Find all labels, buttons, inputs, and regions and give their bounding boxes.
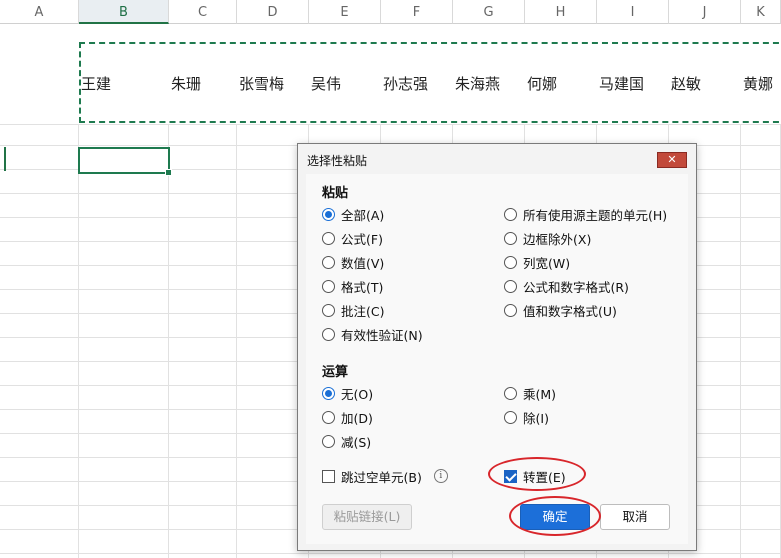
column-header-h[interactable]: H <box>525 0 597 24</box>
transpose-option[interactable]: 转置(E) <box>504 466 566 486</box>
radio-button[interactable] <box>504 207 517 221</box>
info-icon[interactable]: i <box>433 469 448 483</box>
dialog-title: 选择性粘贴 <box>307 154 368 168</box>
cell-a1[interactable] <box>0 24 79 124</box>
radio-button[interactable] <box>322 231 335 245</box>
skip-blanks-checkbox[interactable] <box>322 469 335 483</box>
option-label: 除(I) <box>523 410 549 426</box>
column-header-b[interactable]: B <box>79 0 169 24</box>
column-header-g[interactable]: G <box>453 0 525 24</box>
fill-handle[interactable] <box>165 169 172 176</box>
option-label: 全部(A) <box>341 207 385 223</box>
radio-button[interactable] <box>322 279 335 293</box>
paste-left-option-3[interactable]: 格式(T) <box>322 276 383 296</box>
active-cell-b2[interactable] <box>78 147 172 176</box>
radio-button[interactable] <box>322 207 335 221</box>
option-label: 批注(C) <box>341 303 385 319</box>
transpose-label: 转置(E) <box>523 469 566 485</box>
option-label: 值和数字格式(U) <box>523 303 617 319</box>
active-row-indicator <box>4 147 6 171</box>
paste-left-option-2[interactable]: 数值(V) <box>322 252 384 272</box>
skip-blanks-label: 跳过空单元(B) <box>341 469 422 485</box>
radio-button[interactable] <box>504 255 517 269</box>
option-label: 减(S) <box>341 434 372 450</box>
operation-section-title: 运算 <box>322 365 349 380</box>
operation-left-option-1[interactable]: 加(D) <box>322 407 373 427</box>
column-header-i[interactable]: I <box>597 0 669 24</box>
paste-left-option-4[interactable]: 批注(C) <box>322 300 384 320</box>
paste-right-option-3[interactable]: 公式和数字格式(R) <box>504 276 629 296</box>
column-header-k[interactable]: K <box>741 0 781 24</box>
paste-left-option-1[interactable]: 公式(F) <box>322 228 383 248</box>
paste-special-dialog: 选择性粘贴 ✕ 粘贴 全部(A) 公式(F) 数值(V) 格式(T) 批注(C) 有效性验… <box>297 143 697 551</box>
option-label: 列宽(W) <box>523 255 571 271</box>
column-header-a[interactable]: A <box>0 0 79 24</box>
ok-button[interactable]: 确定 <box>520 504 590 530</box>
option-label: 乘(M) <box>523 386 557 402</box>
radio-button[interactable] <box>322 303 335 317</box>
cancel-button[interactable]: 取消 <box>600 504 670 530</box>
copy-marquee <box>79 42 781 123</box>
paste-link-button[interactable]: 粘贴链接(L) <box>322 504 412 530</box>
transpose-checkbox[interactable] <box>504 469 517 483</box>
option-label: 格式(T) <box>341 279 384 295</box>
paste-right-option-4[interactable]: 值和数字格式(U) <box>504 300 617 320</box>
close-button[interactable]: ✕ <box>657 152 687 168</box>
option-label: 加(D) <box>341 410 373 426</box>
radio-button[interactable] <box>504 386 517 400</box>
option-label: 公式(F) <box>341 231 383 247</box>
radio-button[interactable] <box>322 327 335 341</box>
radio-button[interactable] <box>322 255 335 269</box>
paste-right-option-0[interactable]: 所有使用源主题的单元(H) <box>504 204 667 224</box>
paste-right-option-2[interactable]: 列宽(W) <box>504 252 570 272</box>
paste-right-option-1[interactable]: 边框除外(X) <box>504 228 591 248</box>
dialog-body: 粘贴 全部(A) 公式(F) 数值(V) 格式(T) 批注(C) 有效性验证(N) 所有使… <box>306 174 688 544</box>
option-label: 数值(V) <box>341 255 385 271</box>
dialog-titlebar[interactable]: 选择性粘贴 ✕ <box>298 144 696 174</box>
column-header-j[interactable]: J <box>669 0 741 24</box>
paste-section-title: 粘贴 <box>322 186 349 201</box>
option-label: 公式和数字格式(R) <box>523 279 629 295</box>
radio-button[interactable] <box>322 410 335 424</box>
paste-left-option-5[interactable]: 有效性验证(N) <box>322 324 423 344</box>
radio-button[interactable] <box>322 386 335 400</box>
radio-button[interactable] <box>504 410 517 424</box>
column-header-e[interactable]: E <box>309 0 381 24</box>
option-label: 无(O) <box>341 386 374 402</box>
operation-right-option-0[interactable]: 乘(M) <box>504 383 556 403</box>
option-label: 所有使用源主题的单元(H) <box>523 207 668 223</box>
radio-button[interactable] <box>504 303 517 317</box>
skip-blanks-option[interactable]: 跳过空单元(B) i <box>322 466 448 486</box>
option-label: 边框除外(X) <box>523 231 592 247</box>
operation-left-option-2[interactable]: 减(S) <box>322 431 371 451</box>
radio-button[interactable] <box>322 434 335 448</box>
operation-right-option-1[interactable]: 除(I) <box>504 407 549 427</box>
operation-left-option-0[interactable]: 无(O) <box>322 383 373 403</box>
column-header-d[interactable]: D <box>237 0 309 24</box>
option-label: 有效性验证(N) <box>341 327 423 343</box>
radio-button[interactable] <box>504 231 517 245</box>
radio-button[interactable] <box>504 279 517 293</box>
paste-left-option-0[interactable]: 全部(A) <box>322 204 384 224</box>
column-header-f[interactable]: F <box>381 0 453 24</box>
column-header-c[interactable]: C <box>169 0 237 24</box>
